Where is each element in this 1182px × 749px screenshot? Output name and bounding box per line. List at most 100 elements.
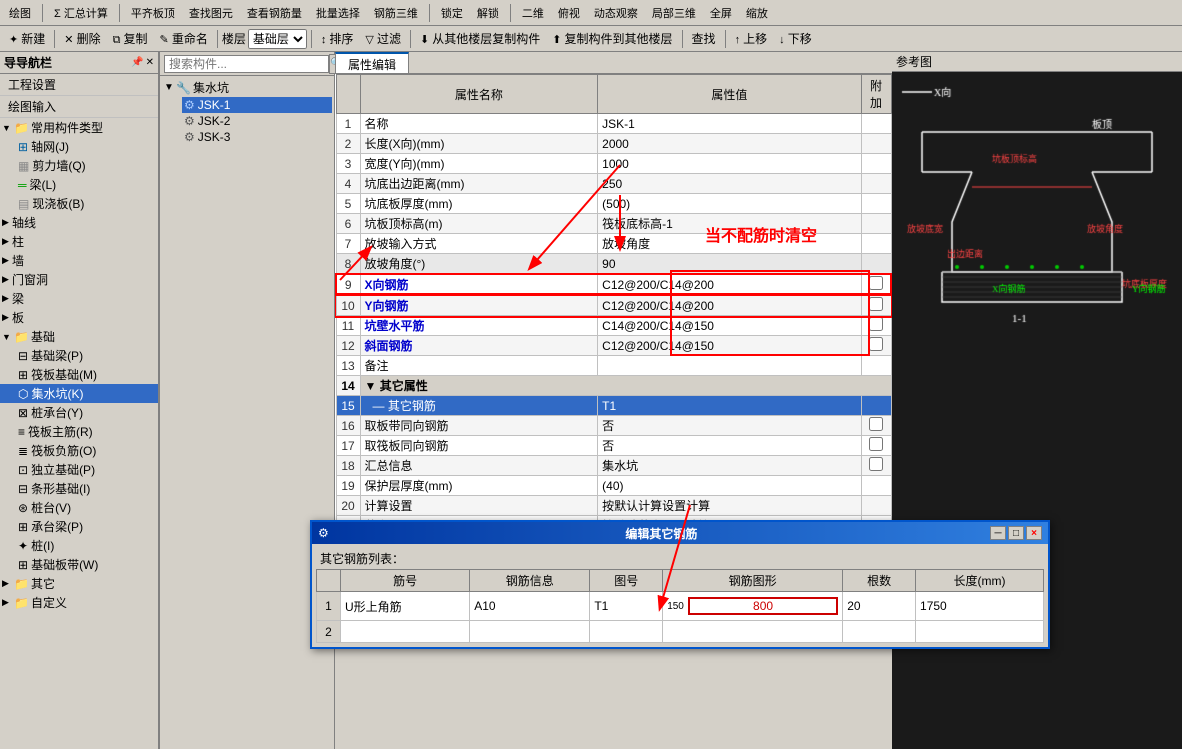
toolbar-2d[interactable]: 二维 — [517, 3, 549, 23]
row-value-13[interactable] — [598, 356, 861, 376]
tree-item-basketneg[interactable]: ≣ 筏板负筋(O) — [0, 441, 158, 460]
row-value-18[interactable]: 集水坑 — [598, 456, 861, 476]
row-value-2[interactable]: 2000 — [598, 134, 861, 154]
search-input[interactable] — [164, 55, 329, 73]
row-value-8[interactable]: 90 — [598, 254, 861, 275]
btn-down[interactable]: ↓ 下移 — [774, 28, 817, 49]
row-cb-11[interactable] — [861, 316, 891, 336]
btn-delete[interactable]: ✕ 删除 — [59, 28, 105, 49]
tree-item-isolated[interactable]: ⊡ 独立基础(P) — [0, 460, 158, 479]
btn-filter[interactable]: ▽ 过滤 — [360, 28, 406, 49]
tree-item-axis2[interactable]: ▶ 轴线 — [0, 213, 158, 232]
tree-item-piletai[interactable]: ⊛ 桩台(V) — [0, 498, 158, 517]
nav-tab-drawing[interactable]: 绘图输入 — [0, 96, 158, 118]
row-cb-18[interactable] — [861, 456, 891, 476]
row-value-5[interactable]: (500) — [598, 194, 861, 214]
toolbar-rebar-3d[interactable]: 钢筋三维 — [369, 3, 423, 23]
row-value-12[interactable]: C12@200/C14@150 — [598, 336, 861, 356]
dialog-cell-info-1[interactable]: A10 — [470, 592, 590, 621]
tree-item-beam[interactable]: ═ 梁(L) — [0, 175, 158, 194]
tree-item-pilecap[interactable]: ⊠ 桩承台(Y) — [0, 403, 158, 422]
toolbar-unlock[interactable]: 解锁 — [472, 3, 504, 23]
nav-tab-engineering[interactable]: 工程设置 — [0, 74, 158, 96]
toolbar-zoom[interactable]: 缩放 — [741, 3, 773, 23]
tree-item-sump[interactable]: ⬡ 集水坑(K) — [0, 384, 158, 403]
row-value-16[interactable]: 否 — [598, 416, 861, 436]
btn-new[interactable]: ✦ 新建 — [4, 28, 50, 49]
row-value-1[interactable]: JSK-1 — [598, 114, 861, 134]
row-cb-16[interactable] — [861, 416, 891, 436]
dialog-cell-count-2[interactable] — [843, 621, 916, 643]
tree-root-sump[interactable]: ▼ 🔧 集水坑 — [162, 78, 332, 97]
tree-item-stripfound[interactable]: ⊟ 基础梁(P) — [0, 346, 158, 365]
layer-select[interactable]: 基础层 — [248, 29, 307, 49]
toolbar-fullscreen[interactable]: 全屏 — [705, 3, 737, 23]
row-value-3[interactable]: 1000 — [598, 154, 861, 174]
tree-item-basketmain[interactable]: ≡ 筏板主筋(R) — [0, 422, 158, 441]
edit-rebar-dialog[interactable]: ⚙ 编辑其它钢筋 ─ □ × 其它钢筋列表： 筋号 钢筋信息 图号 钢筋图形 根 — [310, 520, 1050, 649]
toolbar-lock[interactable]: 锁定 — [436, 3, 468, 23]
tree-item-jsk1[interactable]: ⚙ JSK-1 — [182, 97, 332, 113]
dialog-cell-shape-2[interactable] — [663, 621, 843, 643]
tree-item-beam2[interactable]: ▶ 梁 — [0, 289, 158, 308]
shape-edit-cell[interactable] — [688, 597, 838, 615]
nav-pin[interactable]: 📌 — [131, 57, 143, 68]
toolbar-align-top[interactable]: 平齐板顶 — [126, 3, 180, 23]
row-value-9[interactable]: C12@200/C14@200 — [598, 274, 861, 295]
dialog-cell-info-2[interactable] — [470, 621, 590, 643]
nav-close[interactable]: ✕ — [146, 57, 154, 68]
dialog-max-btn[interactable]: □ — [1008, 526, 1024, 540]
btn-up[interactable]: ↑ 上移 — [730, 28, 773, 49]
btn-copy-to[interactable]: ⬆ 复制构件到其他楼层 — [547, 28, 677, 49]
toolbar-find-elem[interactable]: 查找图元 — [184, 3, 238, 23]
row-value-19[interactable]: (40) — [598, 476, 861, 496]
toolbar-batch-select[interactable]: 批量选择 — [311, 3, 365, 23]
dialog-close-btn[interactable]: × — [1026, 526, 1042, 540]
row-value-10[interactable]: C12@200/C14@200 — [598, 295, 861, 316]
btn-copy-from[interactable]: ⬇ 从其他楼层复制构件 — [415, 28, 545, 49]
tree-item-pile2[interactable]: ✦ 桩(I) — [0, 536, 158, 555]
table-row-selected[interactable]: 15 — 其它钢筋 T1 — [336, 396, 891, 416]
row-value-4[interactable]: 250 — [598, 174, 861, 194]
tree-item-common[interactable]: ▼ 📁 常用构件类型 — [0, 118, 158, 137]
tree-item-slab[interactable]: ▤ 现浇板(B) — [0, 194, 158, 213]
dialog-cell-drawno-2[interactable] — [590, 621, 663, 643]
tree-item-axis[interactable]: ⊞ 轴网(J) — [0, 137, 158, 156]
btn-sort[interactable]: ↕ 排序 — [316, 28, 359, 49]
dialog-table-row-1[interactable]: 1 U形上角筋 A10 T1 150 — [317, 592, 1044, 621]
btn-rename[interactable]: ✎ 重命名 — [155, 28, 213, 49]
tree-item-jsk2[interactable]: ⚙ JSK-2 — [182, 113, 332, 129]
dialog-min-btn[interactable]: ─ — [990, 526, 1006, 540]
tree-item-slab2[interactable]: ▶ 板 — [0, 308, 158, 327]
shape-value-input[interactable] — [690, 599, 836, 613]
dialog-cell-length-2[interactable] — [916, 621, 1044, 643]
tree-item-jsk3[interactable]: ⚙ JSK-3 — [182, 129, 332, 145]
tree-item-foundband[interactable]: ⊞ 基础板带(W) — [0, 555, 158, 574]
btn-find[interactable]: 查找 — [687, 28, 721, 49]
tree-item-foundation[interactable]: ▼ 📁 基础 — [0, 327, 158, 346]
tree-item-column[interactable]: ▶ 柱 — [0, 232, 158, 251]
dialog-cell-barno-1[interactable]: U形上角筋 — [341, 592, 470, 621]
tree-item-shearwall[interactable]: ▦ 剪力墙(Q) — [0, 156, 158, 175]
toolbar-top-view[interactable]: 俯视 — [553, 3, 585, 23]
tree-item-strip2[interactable]: ⊟ 条形基础(I) — [0, 479, 158, 498]
row-value-15[interactable]: T1 — [598, 396, 861, 416]
row-cb-10[interactable] — [861, 295, 891, 316]
toolbar-calc[interactable]: Σ 汇总计算 — [49, 3, 113, 23]
row-value-7[interactable]: 放坡角度 — [598, 234, 861, 254]
row-value-20[interactable]: 按默认计算设置计算 — [598, 496, 861, 516]
dialog-cell-count-1[interactable]: 20 — [843, 592, 916, 621]
tree-item-opening[interactable]: ▶ 门窗洞 — [0, 270, 158, 289]
tree-item-custom[interactable]: ▶ 📁 自定义 — [0, 593, 158, 612]
row-value-6[interactable]: 筏板底标高-1 — [598, 214, 861, 234]
row-value-17[interactable]: 否 — [598, 436, 861, 456]
dialog-cell-barno-2[interactable] — [341, 621, 470, 643]
row-cb-12[interactable] — [861, 336, 891, 356]
dialog-table-row-2[interactable]: 2 — [317, 621, 1044, 643]
tree-item-bearing[interactable]: ⊞ 承台梁(P) — [0, 517, 158, 536]
tree-item-raft[interactable]: ⊞ 筏板基础(M) — [0, 365, 158, 384]
tab-property[interactable]: 属性编辑 — [335, 52, 409, 73]
tree-item-wall[interactable]: ▶ 墙 — [0, 251, 158, 270]
toolbar-view-rebar[interactable]: 查看钢筋量 — [242, 3, 307, 23]
row-cb-9[interactable] — [861, 274, 891, 295]
